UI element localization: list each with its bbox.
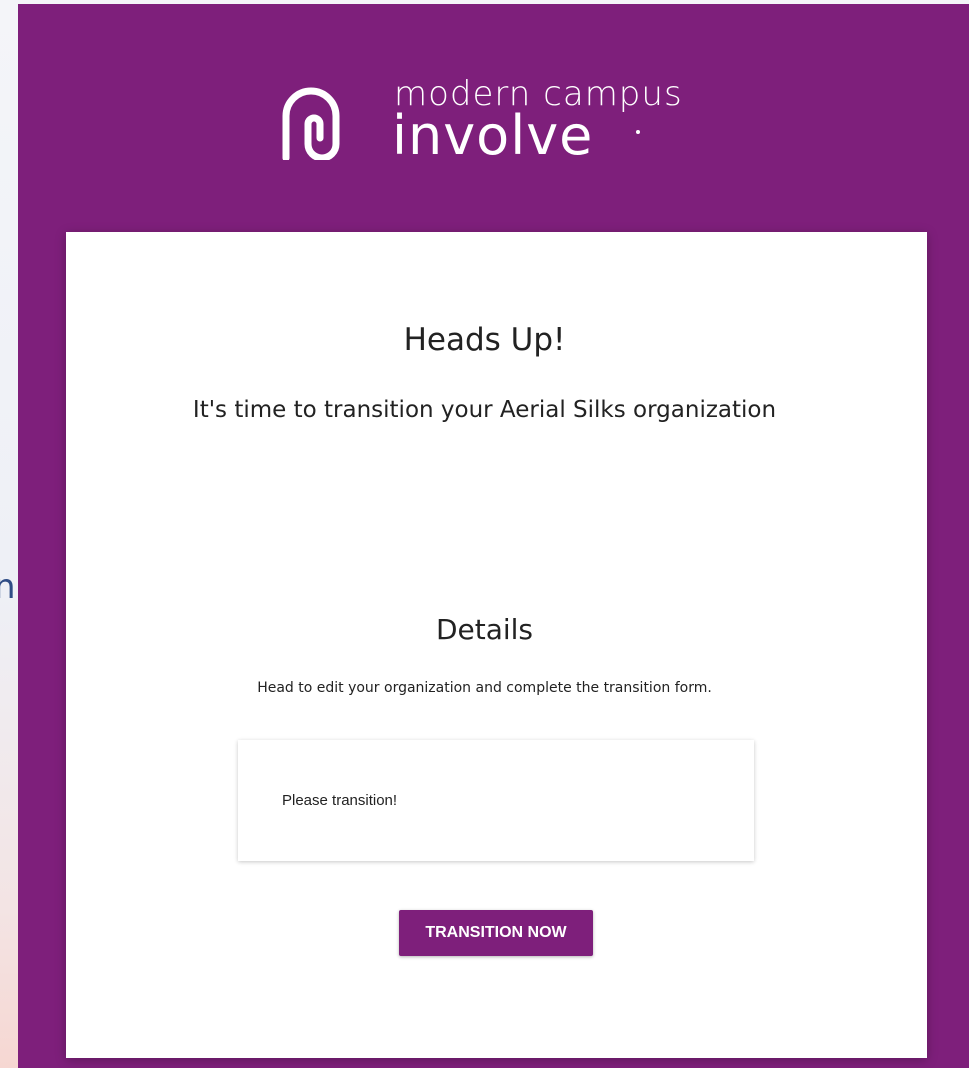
message-box: Please transition! bbox=[238, 740, 754, 861]
transition-now-button[interactable]: TRANSITION NOW bbox=[399, 910, 593, 956]
message-text: Please transition! bbox=[282, 792, 398, 809]
notice-subtitle: It's time to transition your Aerial Silk… bbox=[192, 397, 777, 423]
notice-title: Heads Up! bbox=[403, 322, 566, 358]
details-body: Head to edit your organization and compl… bbox=[257, 680, 712, 696]
details-title: Details bbox=[435, 613, 534, 646]
notice-content: Heads Up! It's time to transition your A… bbox=[0, 0, 969, 1068]
